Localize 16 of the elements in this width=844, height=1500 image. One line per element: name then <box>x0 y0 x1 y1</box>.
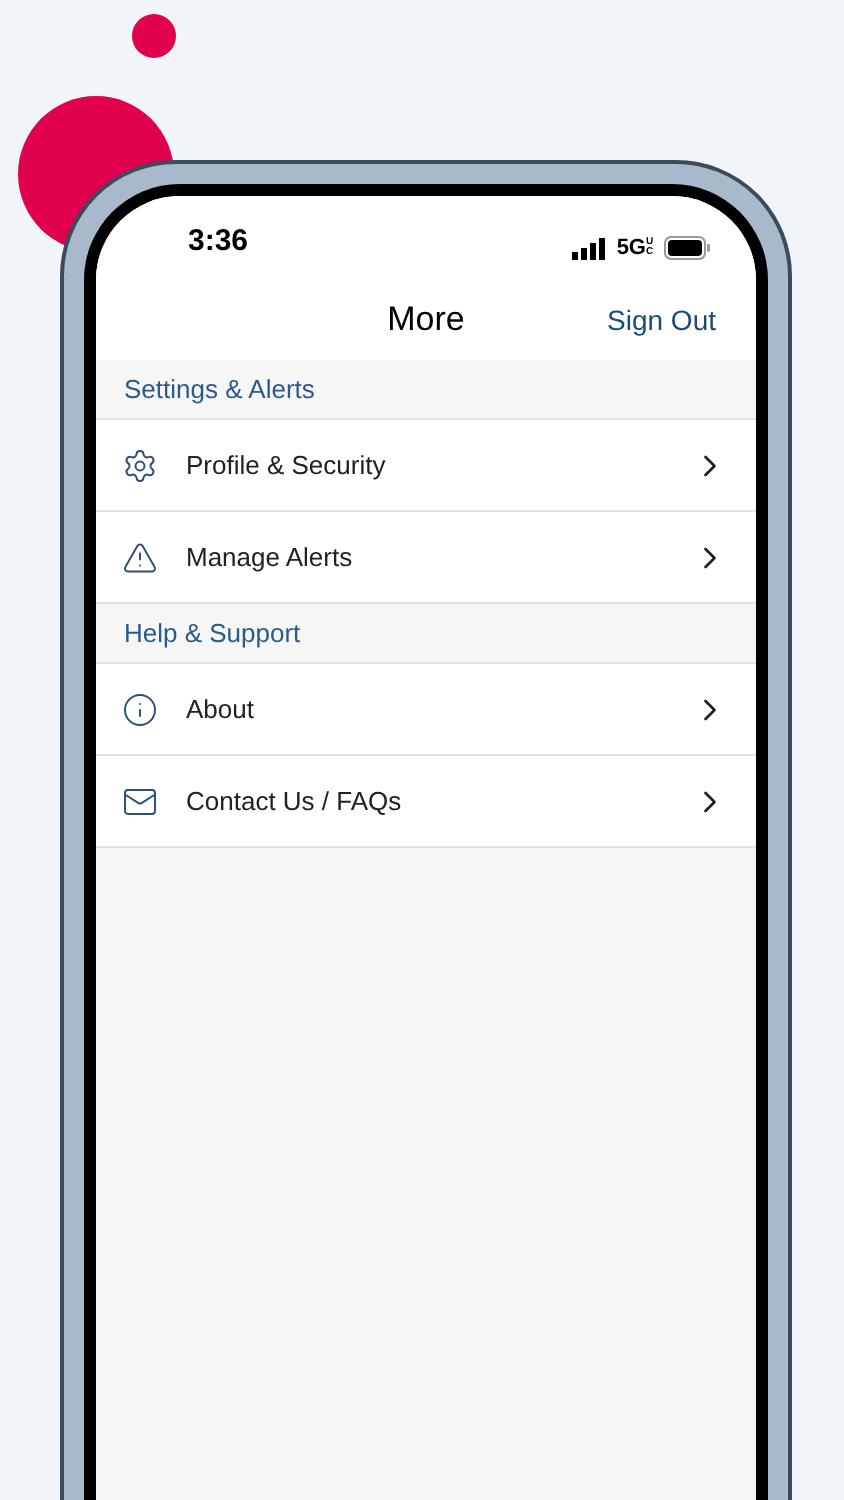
menu-item[interactable]: Contact Us / FAQs <box>96 756 756 848</box>
warning-icon <box>122 539 158 575</box>
network-label: 5G <box>616 237 646 259</box>
gear-icon <box>122 447 158 483</box>
menu-item[interactable]: Manage Alerts <box>96 512 756 604</box>
status-time: 3:36 <box>188 221 249 262</box>
envelope-icon <box>122 783 158 819</box>
battery-icon <box>664 236 712 260</box>
section-header: Settings & Alerts <box>124 371 315 408</box>
sign-out-link[interactable]: Sign Out <box>607 299 716 341</box>
page-title: More <box>387 298 465 343</box>
section-header: Help & Support <box>124 615 301 652</box>
signal-icon <box>572 237 607 259</box>
menu-item[interactable]: About <box>96 664 756 756</box>
info-icon <box>122 691 158 727</box>
menu-item[interactable]: Profile & Security <box>96 420 756 512</box>
